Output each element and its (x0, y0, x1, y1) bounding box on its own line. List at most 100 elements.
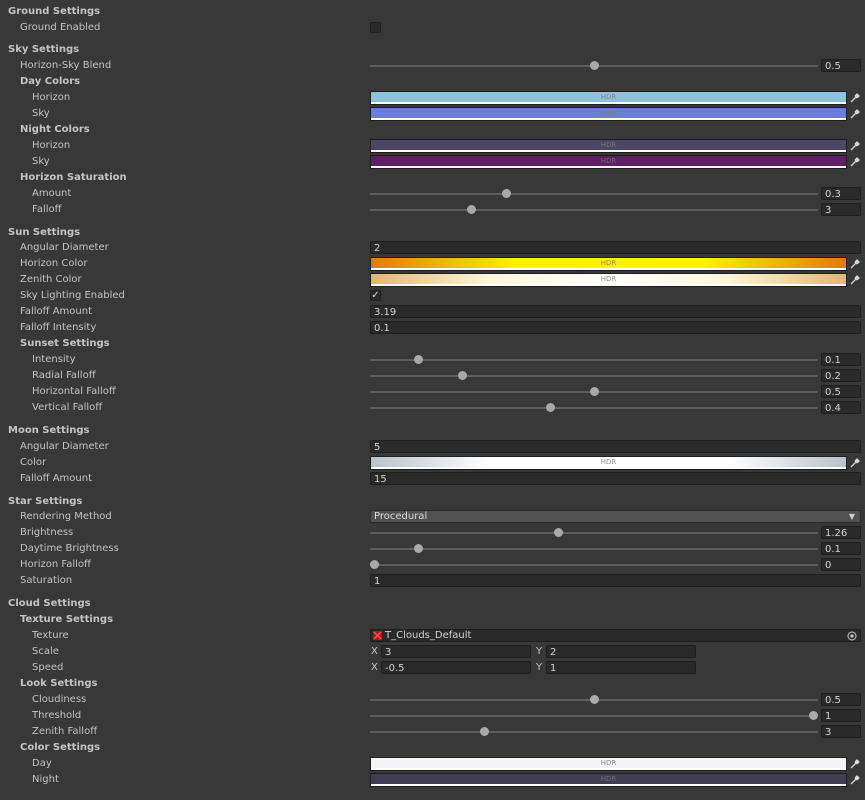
star-horizon-falloff-thumb[interactable] (370, 560, 379, 569)
sun-falloff-amount-row: Falloff Amount 3.19 (0, 304, 865, 320)
star-brightness-thumb[interactable] (554, 528, 564, 537)
day-colors-header-row: Day Colors (0, 74, 865, 90)
speed-x-label: X (371, 662, 378, 673)
eyedropper-icon[interactable] (849, 274, 861, 286)
moon-color-row: Color HDR (0, 455, 865, 471)
horizontal-falloff-thumb[interactable] (589, 387, 599, 396)
horizon-sky-blend-input[interactable]: 0.5 (821, 59, 861, 72)
radial-falloff-input[interactable]: 0.2 (821, 369, 861, 382)
star-brightness-row: Brightness 1.26 (0, 525, 865, 541)
moon-falloff-input[interactable]: 15 (370, 472, 861, 485)
vertical-falloff-thumb[interactable] (545, 403, 555, 412)
horizon-sky-blend-thumb[interactable] (589, 61, 599, 70)
star-horizon-falloff-input[interactable]: 0 (821, 558, 861, 571)
sun-falloff-intensity-input[interactable]: 0.1 (370, 321, 861, 334)
cloudiness-thumb[interactable] (589, 695, 599, 704)
star-brightness-slider[interactable] (370, 532, 818, 534)
scale-y-input[interactable]: 2 (546, 645, 696, 658)
eyedropper-icon[interactable] (849, 92, 861, 104)
alpha-bar (371, 102, 846, 104)
sunset-intensity-thumb[interactable] (413, 355, 423, 364)
day-colors-header: Day Colors (20, 76, 81, 87)
sun-horizon-color-field[interactable]: HDR (370, 257, 847, 271)
moon-color-field[interactable]: HDR (370, 456, 847, 470)
zenith-falloff-row: Zenith Falloff 3 (0, 724, 865, 740)
radial-falloff-slider[interactable] (370, 375, 818, 377)
saturation-amount-thumb[interactable] (501, 189, 511, 198)
cloud-texture-object-field[interactable]: T_Clouds_Default (370, 629, 861, 642)
star-brightness-input[interactable]: 1.26 (821, 526, 861, 539)
cloud-settings-header: Cloud Settings (8, 598, 91, 609)
eyedropper-icon[interactable] (849, 774, 861, 786)
zenith-falloff-thumb[interactable] (479, 727, 489, 736)
night-sky-color-field[interactable]: HDR (370, 155, 847, 169)
day-horizon-color-field[interactable]: HDR (370, 91, 847, 105)
daytime-brightness-input[interactable]: 0.1 (821, 542, 861, 555)
object-picker-icon[interactable] (847, 631, 857, 641)
threshold-slider[interactable] (370, 715, 818, 717)
threshold-input[interactable]: 1 (821, 709, 861, 722)
star-saturation-label: Saturation (20, 575, 73, 586)
eyedropper-icon[interactable] (849, 457, 861, 469)
day-sky-color-field[interactable]: HDR (370, 107, 847, 121)
cloud-night-color-field[interactable]: HDR (370, 773, 847, 787)
speed-x-input[interactable]: -0.5 (381, 661, 531, 674)
cloud-night-color-row: Night HDR (0, 772, 865, 788)
alpha-bar (371, 784, 846, 786)
sky-lighting-checkbox[interactable]: ✓ (370, 290, 381, 301)
radial-falloff-thumb[interactable] (457, 371, 467, 380)
look-settings-header: Look Settings (20, 678, 98, 689)
sun-angular-label: Angular Diameter (20, 242, 109, 253)
ground-enabled-checkbox[interactable] (370, 22, 381, 33)
sun-falloff-amount-input[interactable]: 3.19 (370, 305, 861, 318)
zenith-falloff-input[interactable]: 3 (821, 725, 861, 738)
sunset-intensity-slider[interactable] (370, 359, 818, 361)
daytime-brightness-slider[interactable] (370, 548, 818, 550)
horizon-sky-blend-row: Horizon-Sky Blend 0.5 (0, 58, 865, 74)
speed-y-input[interactable]: 1 (546, 661, 696, 674)
sunset-intensity-input[interactable]: 0.1 (821, 353, 861, 366)
eyedropper-icon[interactable] (849, 108, 861, 120)
cloud-day-label: Day (32, 758, 52, 769)
sun-angular-input[interactable]: 2 (370, 241, 861, 254)
cloud-scale-row: Scale X 3 Y 2 (0, 644, 865, 660)
saturation-amount-slider[interactable] (370, 193, 818, 195)
rendering-method-dropdown[interactable]: Procedural ▼ (370, 510, 861, 523)
star-horizon-falloff-row: Horizon Falloff 0 (0, 557, 865, 573)
daytime-brightness-label: Daytime Brightness (20, 543, 119, 554)
eyedropper-icon[interactable] (849, 140, 861, 152)
alpha-bar (371, 284, 846, 286)
vertical-falloff-label: Vertical Falloff (32, 402, 103, 413)
scale-x-input[interactable]: 3 (381, 645, 531, 658)
star-saturation-input[interactable]: 1 (370, 574, 861, 587)
sky-lighting-label: Sky Lighting Enabled (20, 290, 125, 301)
saturation-falloff-slider[interactable] (370, 209, 818, 211)
saturation-amount-input[interactable]: 0.3 (821, 187, 861, 200)
cloud-day-color-field[interactable]: HDR (370, 757, 847, 771)
night-colors-header-row: Night Colors (0, 122, 865, 138)
speed-y-label: Y (536, 662, 543, 673)
horizontal-falloff-label: Horizontal Falloff (32, 386, 116, 397)
horizontal-falloff-input[interactable]: 0.5 (821, 385, 861, 398)
threshold-label: Threshold (32, 710, 82, 721)
saturation-falloff-input[interactable]: 3 (821, 203, 861, 216)
alpha-bar (371, 467, 846, 469)
eyedropper-icon[interactable] (849, 758, 861, 770)
moon-angular-label: Angular Diameter (20, 441, 109, 452)
vertical-falloff-slider[interactable] (370, 407, 818, 409)
daytime-brightness-thumb[interactable] (413, 544, 423, 553)
color-settings-header: Color Settings (20, 742, 101, 753)
day-horizon-row: Horizon HDR (0, 90, 865, 106)
eyedropper-icon[interactable] (849, 156, 861, 168)
eyedropper-icon[interactable] (849, 258, 861, 270)
sun-zenith-color-field[interactable]: HDR (370, 273, 847, 287)
zenith-falloff-slider[interactable] (370, 731, 818, 733)
cloudiness-input[interactable]: 0.5 (821, 693, 861, 706)
star-horizon-falloff-slider[interactable] (370, 564, 818, 566)
threshold-thumb[interactable] (809, 711, 818, 720)
vertical-falloff-input[interactable]: 0.4 (821, 401, 861, 414)
saturation-falloff-thumb[interactable] (466, 205, 476, 214)
cloud-settings-header-row: Cloud Settings (0, 596, 865, 612)
moon-angular-input[interactable]: 5 (370, 440, 861, 453)
night-horizon-color-field[interactable]: HDR (370, 139, 847, 153)
